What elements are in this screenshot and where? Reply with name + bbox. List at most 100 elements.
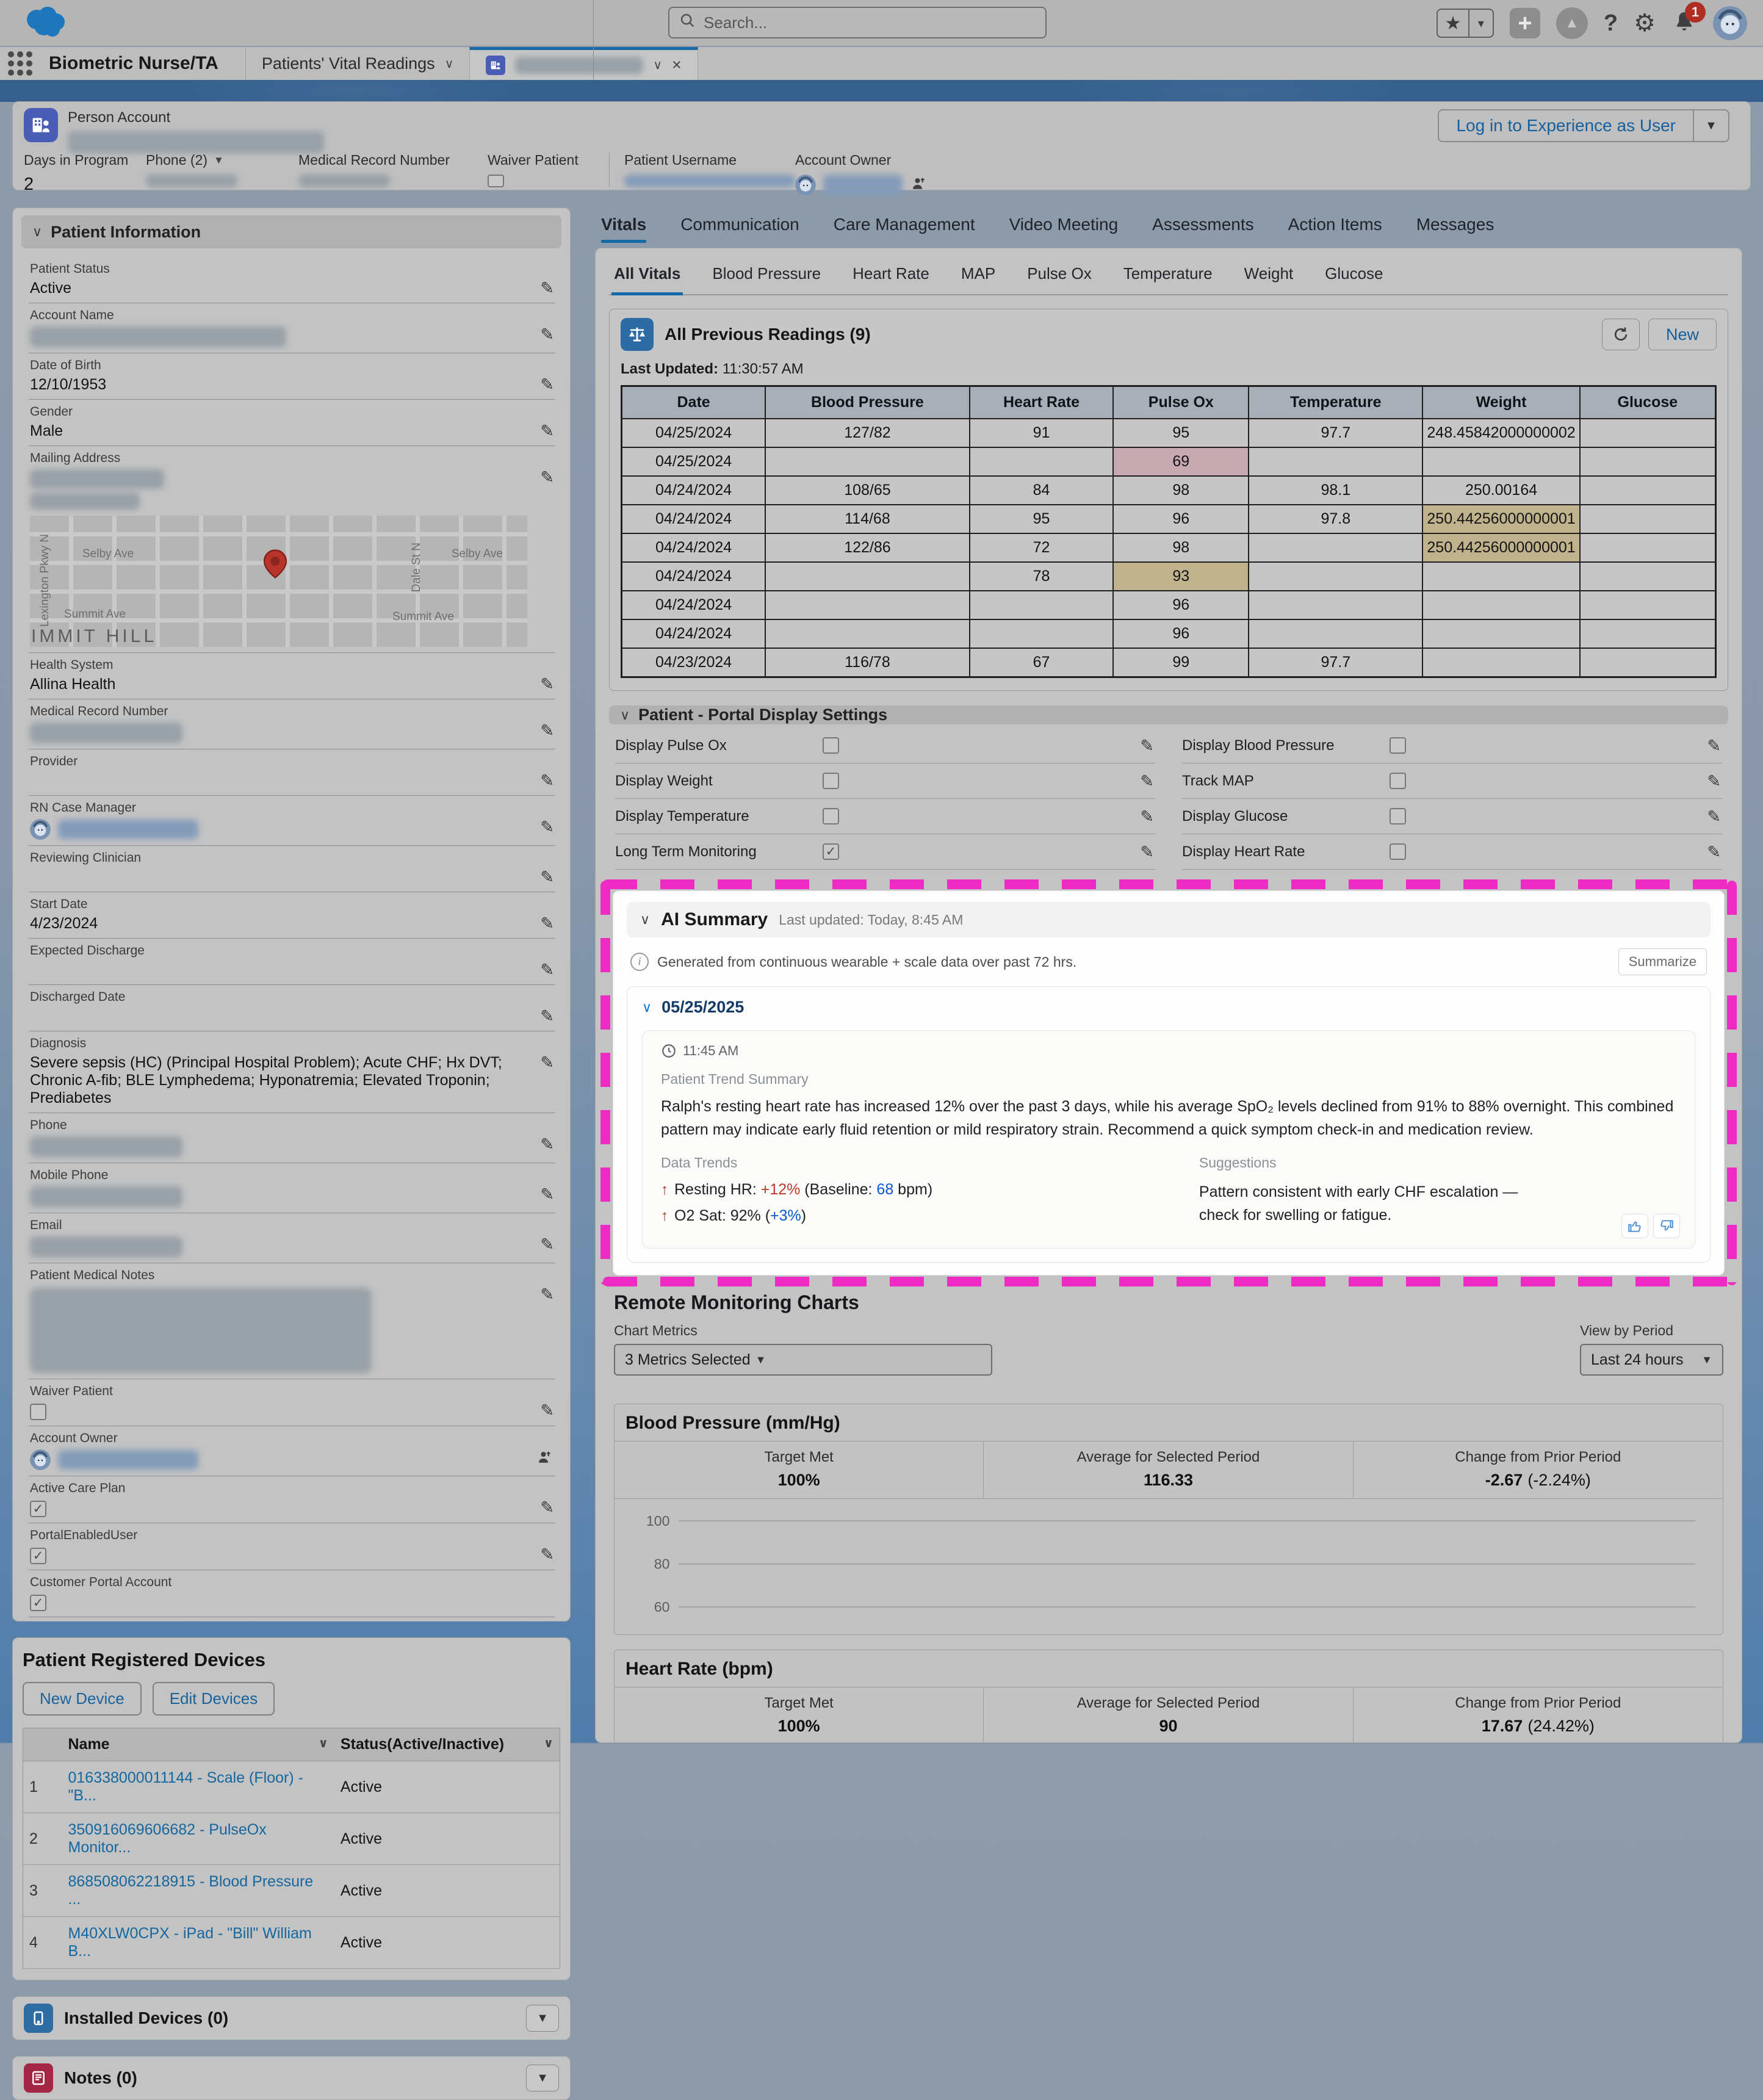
edit-pencil-icon[interactable]: ✎ xyxy=(1707,807,1721,826)
edit-pencil-icon[interactable]: ✎ xyxy=(540,1235,554,1254)
device-name-link[interactable]: 350916069606682 - PulseOx Monitor... xyxy=(62,1813,334,1865)
patient-information-header[interactable]: ∨ Patient Information xyxy=(21,215,561,248)
collapse-icon[interactable]: ∨ xyxy=(640,912,650,928)
edit-pencil-icon[interactable]: ✎ xyxy=(540,422,554,441)
refresh-button[interactable] xyxy=(1602,319,1640,350)
edit-pencil-icon[interactable]: ✎ xyxy=(540,1285,554,1304)
nav-tab-patient-record[interactable]: ∨ × xyxy=(469,47,698,80)
subtab-all-vitals[interactable]: All Vitals xyxy=(614,264,680,283)
waiver-patient-checkbox[interactable] xyxy=(488,175,504,187)
edit-pencil-icon[interactable]: ✎ xyxy=(1707,772,1721,791)
edit-pencil-icon[interactable]: ✎ xyxy=(1140,843,1154,862)
subtab-heart-rate[interactable]: Heart Rate xyxy=(853,264,929,283)
edit-pencil-icon[interactable]: ✎ xyxy=(540,675,554,694)
edit-pencil-icon[interactable]: ✎ xyxy=(540,325,554,344)
collapse-icon[interactable]: ∨ xyxy=(620,707,630,723)
checkbox-waiver-patient[interactable] xyxy=(30,1404,46,1420)
edit-pencil-icon[interactable]: ✎ xyxy=(540,1401,554,1420)
new-reading-button[interactable]: New xyxy=(1648,319,1717,350)
thumbs-down-button[interactable] xyxy=(1653,1214,1680,1238)
edit-pencil-icon[interactable]: ✎ xyxy=(540,1007,554,1026)
edit-pencil-icon[interactable]: ✎ xyxy=(1707,737,1721,756)
edit-pencil-icon[interactable]: ✎ xyxy=(540,818,554,837)
edit-pencil-icon[interactable]: ✎ xyxy=(1140,772,1154,791)
subtab-glucose[interactable]: Glucose xyxy=(1325,264,1383,283)
edit-pencil-icon[interactable]: ✎ xyxy=(540,771,554,790)
chevron-down-icon[interactable]: ▼ xyxy=(214,154,224,167)
edit-pencil-icon[interactable]: ✎ xyxy=(1140,807,1154,826)
favorites-button[interactable]: ★ ▾ xyxy=(1437,9,1494,38)
trailhead-icon[interactable]: ▲ xyxy=(1556,7,1588,39)
help-icon[interactable]: ? xyxy=(1604,10,1618,37)
setting-checkbox-track-map[interactable] xyxy=(1390,773,1406,789)
notes-menu-button[interactable]: ▼ xyxy=(526,2065,559,2091)
tab-care-management[interactable]: Care Management xyxy=(834,215,975,234)
nav-tab-patients-vital-readings[interactable]: Patients' Vital Readings ∨ xyxy=(245,47,469,80)
tab-close-icon[interactable]: × xyxy=(672,56,682,74)
tab-vitals[interactable]: Vitals xyxy=(601,215,646,234)
edit-pencil-icon[interactable]: ✎ xyxy=(540,375,554,394)
checkbox-active-care-plan[interactable]: ✓ xyxy=(30,1501,46,1517)
setting-checkbox-display-temperature[interactable] xyxy=(823,808,839,824)
setting-checkbox-display-pulse-ox[interactable] xyxy=(823,737,839,754)
chevron-down-icon[interactable]: ∨ xyxy=(319,1736,328,1751)
collapse-icon[interactable]: ∨ xyxy=(32,224,42,240)
edit-devices-button[interactable]: Edit Devices xyxy=(153,1682,275,1716)
change-owner-icon[interactable] xyxy=(536,1448,554,1470)
edit-pencil-icon[interactable]: ✎ xyxy=(540,914,554,933)
device-name-link[interactable]: M40XLW0CPX - iPad - "Bill" William B... xyxy=(62,1917,334,1969)
edit-pencil-icon[interactable]: ✎ xyxy=(540,1053,554,1072)
star-icon[interactable]: ★ xyxy=(1438,10,1469,37)
view-by-period-dropdown[interactable]: Last 24 hours ▼ xyxy=(1580,1344,1723,1376)
global-search[interactable]: Search... xyxy=(668,7,1047,38)
edit-pencil-icon[interactable]: ✎ xyxy=(540,468,554,487)
subtab-map[interactable]: MAP xyxy=(961,264,995,283)
address-map[interactable]: Selby Ave Selby Ave Summit Ave Summit Av… xyxy=(30,516,527,647)
app-launcher-icon[interactable] xyxy=(0,47,40,80)
login-dropdown-icon[interactable]: ▼ xyxy=(1694,110,1728,141)
chart-metrics-combobox[interactable]: 3 Metrics Selected ▼ xyxy=(614,1344,992,1376)
chevron-down-icon[interactable]: ∨ xyxy=(544,1736,553,1751)
summarize-button[interactable]: Summarize xyxy=(1618,948,1707,975)
checkbox-portalenableduser[interactable]: ✓ xyxy=(30,1548,46,1564)
new-device-button[interactable]: New Device xyxy=(23,1682,142,1716)
edit-pencil-icon[interactable]: ✎ xyxy=(540,1135,554,1154)
ai-summary-header[interactable]: ∨ AI Summary Last updated: Today, 8:45 A… xyxy=(627,902,1711,937)
edit-pencil-icon[interactable]: ✎ xyxy=(540,1545,554,1564)
setting-checkbox-display-blood-pressure[interactable] xyxy=(1390,737,1406,754)
portal-display-settings-header[interactable]: ∨ Patient - Portal Display Settings xyxy=(609,705,1728,724)
devices-col-status[interactable]: Status(Active/Inactive)∨ xyxy=(334,1728,560,1761)
installed-devices-menu-button[interactable]: ▼ xyxy=(526,2005,559,2032)
tab-assessments[interactable]: Assessments xyxy=(1152,215,1254,234)
tab-communication[interactable]: Communication xyxy=(680,215,799,234)
global-actions-icon[interactable]: + xyxy=(1510,8,1540,38)
tab-dropdown-icon[interactable]: ∨ xyxy=(445,56,454,71)
user-avatar[interactable] xyxy=(1713,6,1747,40)
subtab-blood-pressure[interactable]: Blood Pressure xyxy=(712,264,821,283)
notifications-bell[interactable]: 1 xyxy=(1671,9,1697,38)
devices-col-name[interactable]: Name∨ xyxy=(62,1728,334,1761)
edit-pencil-icon[interactable]: ✎ xyxy=(1140,737,1154,756)
setting-checkbox-display-glucose[interactable] xyxy=(1390,808,1406,824)
edit-pencil-icon[interactable]: ✎ xyxy=(540,279,554,298)
installed-devices-panel[interactable]: Installed Devices (0) ▼ xyxy=(12,1996,571,2040)
device-name-link[interactable]: 868508062218915 - Blood Pressure ... xyxy=(62,1865,334,1917)
thumbs-up-button[interactable] xyxy=(1621,1214,1648,1238)
edit-pencil-icon[interactable]: ✎ xyxy=(540,1185,554,1204)
tab-action-items[interactable]: Action Items xyxy=(1288,215,1382,234)
setup-gear-icon[interactable]: ⚙ xyxy=(1634,9,1656,37)
subtab-pulse-ox[interactable]: Pulse Ox xyxy=(1027,264,1092,283)
ai-date-toggle[interactable]: ∨ 05/25/2025 xyxy=(642,998,1695,1017)
login-as-user-button[interactable]: Log in to Experience as User ▼ xyxy=(1438,109,1729,142)
subtab-weight[interactable]: Weight xyxy=(1244,264,1293,283)
checkbox-customer-portal-account[interactable]: ✓ xyxy=(30,1595,46,1611)
edit-pencil-icon[interactable]: ✎ xyxy=(540,721,554,740)
tab-dropdown-icon[interactable]: ∨ xyxy=(653,57,662,73)
setting-checkbox-long-term-monitoring[interactable]: ✓ xyxy=(823,843,839,860)
notes-panel[interactable]: Notes (0) ▼ xyxy=(12,2056,571,2100)
edit-pencil-icon[interactable]: ✎ xyxy=(540,1498,554,1517)
subtab-temperature[interactable]: Temperature xyxy=(1123,264,1213,283)
setting-checkbox-display-weight[interactable] xyxy=(823,773,839,789)
change-owner-icon[interactable] xyxy=(910,175,928,196)
edit-pencil-icon[interactable]: ✎ xyxy=(1707,843,1721,862)
